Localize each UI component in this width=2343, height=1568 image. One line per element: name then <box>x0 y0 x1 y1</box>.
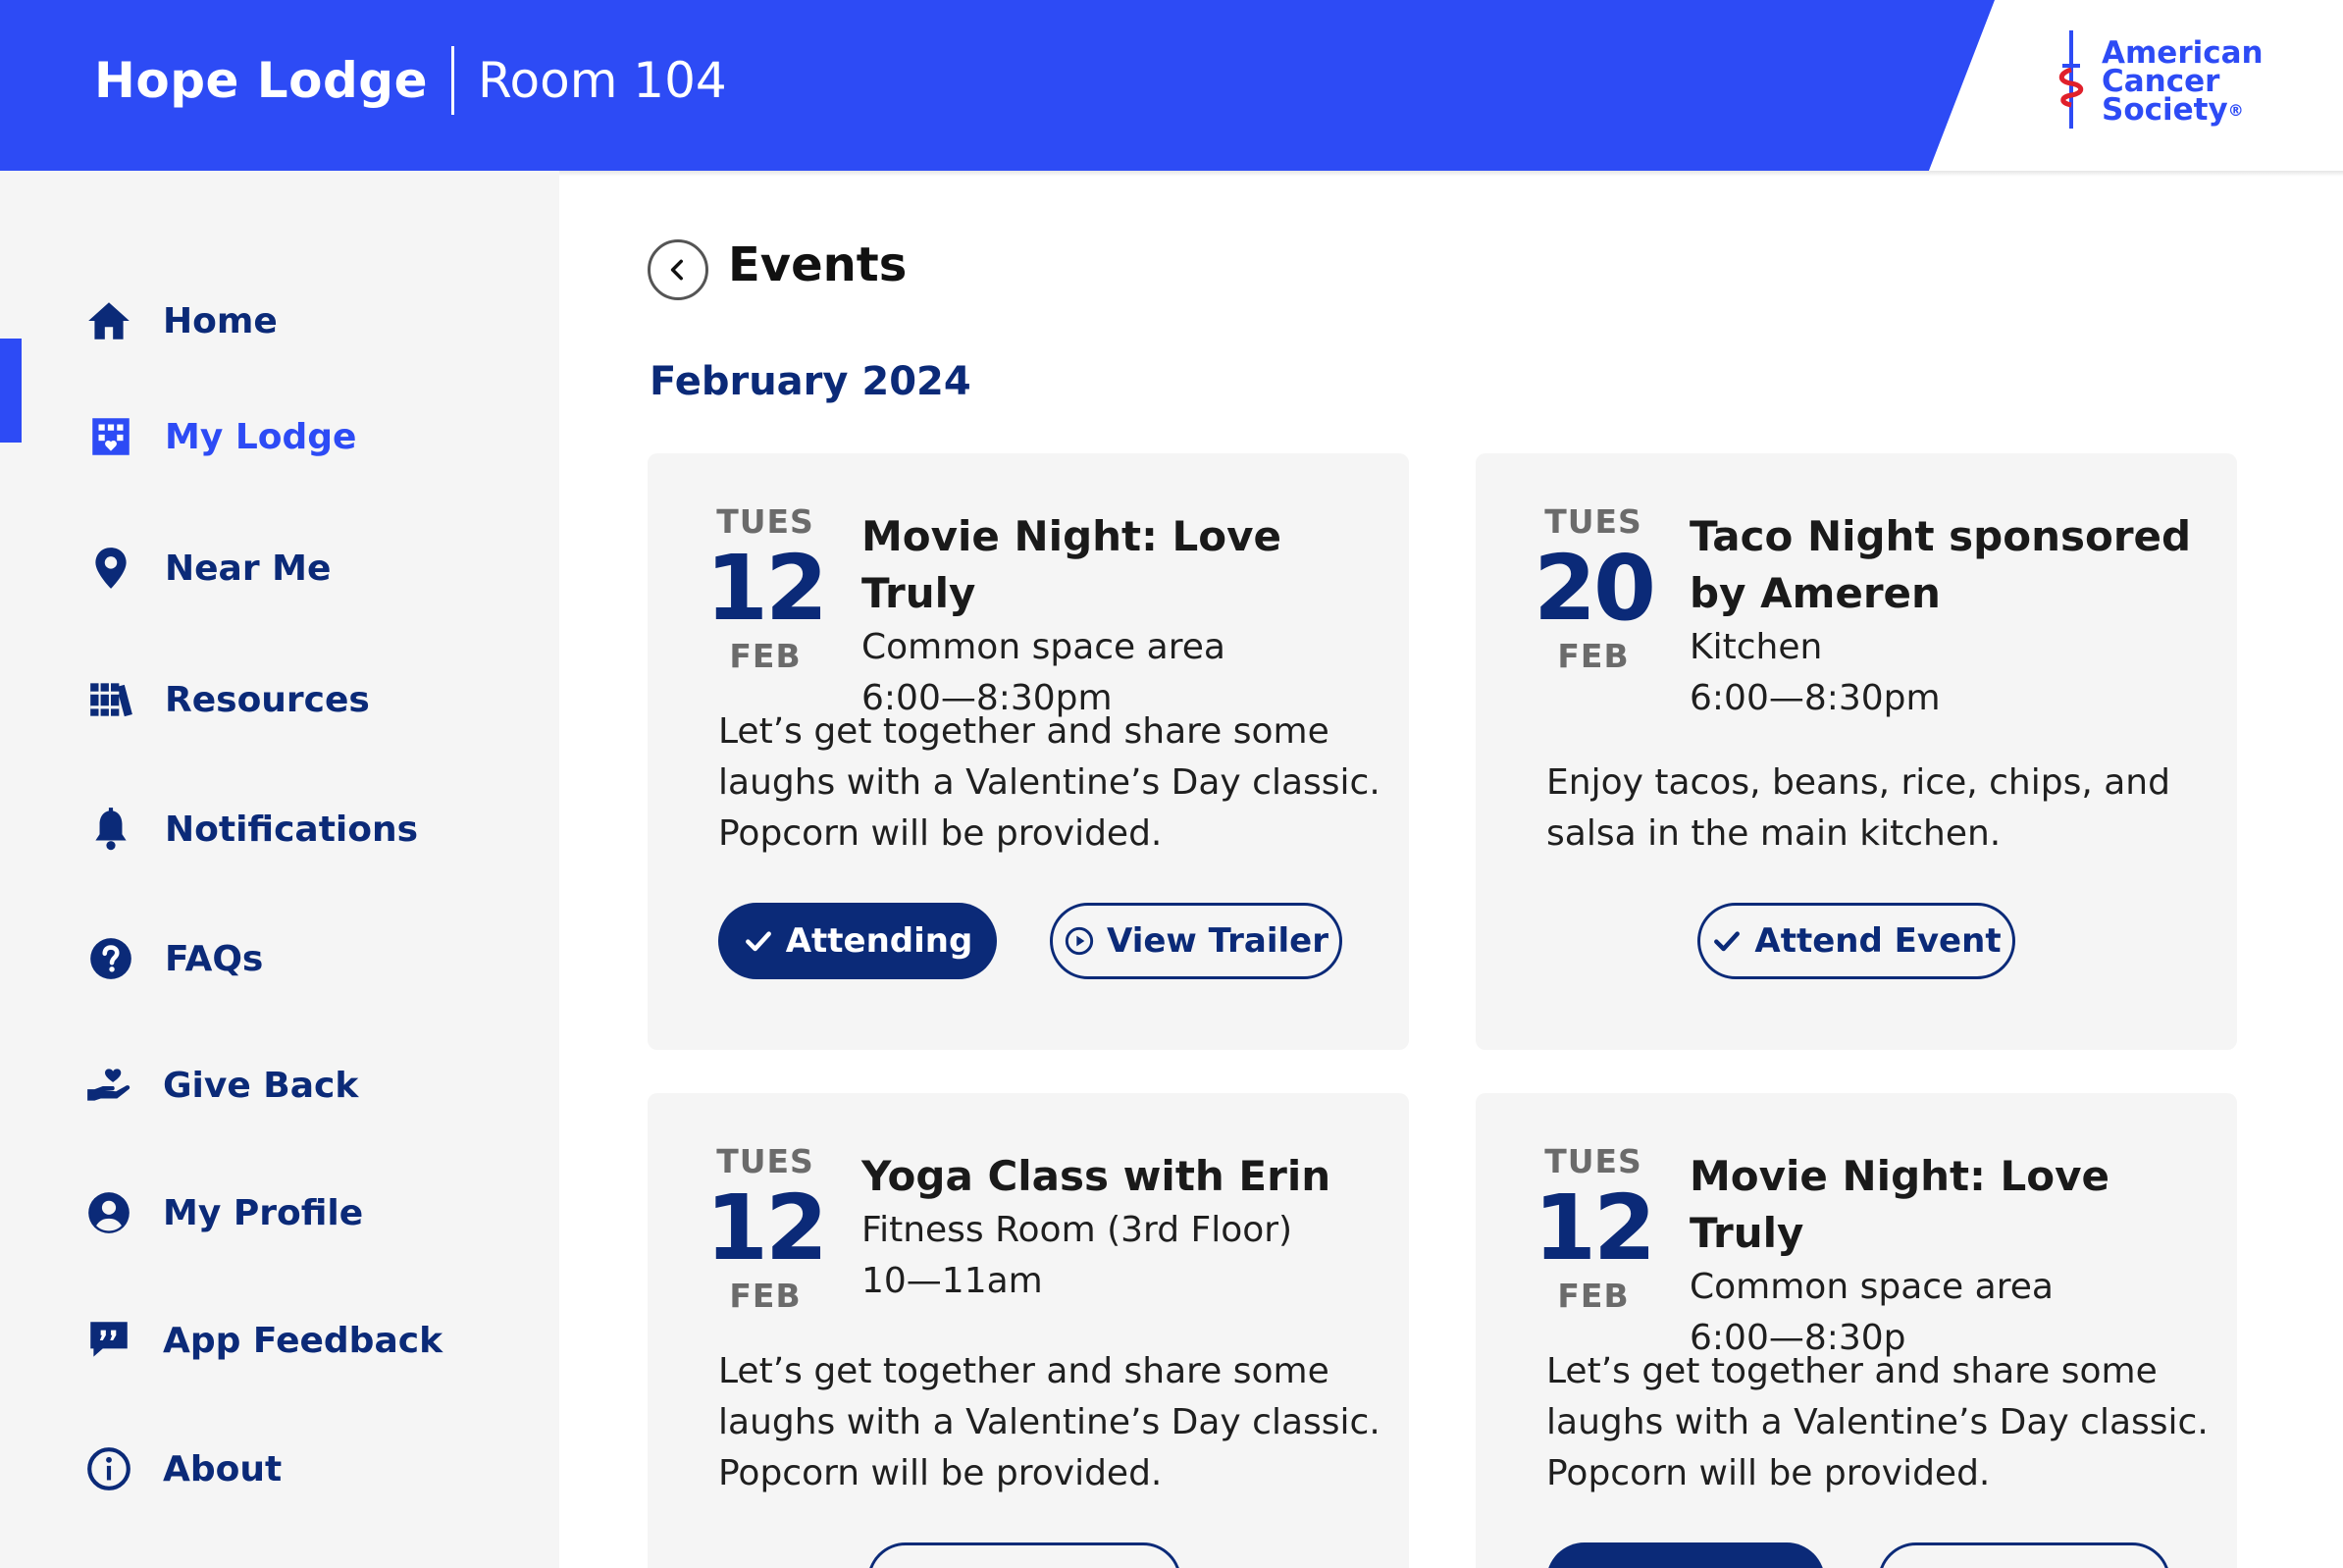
attend-event-button[interactable]: Attend Event <box>1697 903 2015 979</box>
event-location: Kitchen <box>1690 627 1823 667</box>
event-info: Movie Night: Love Truly Common space are… <box>861 508 1391 724</box>
event-info: Movie Night: Love Truly Common space are… <box>1690 1148 2219 1364</box>
giving-hand-icon <box>82 1059 135 1112</box>
room-number: Room 104 <box>478 52 727 109</box>
event-day-number: 12 <box>704 536 828 641</box>
sidebar-item-app-feedback[interactable]: App Feedback <box>0 1288 559 1392</box>
event-card: TUES 20 FEB Taco Night sponsored by Amer… <box>1476 453 2237 1050</box>
event-time: 10—11am <box>861 1261 1043 1301</box>
home-icon <box>82 294 135 347</box>
event-card: TUES 12 FEB Movie Night: Love Truly Comm… <box>648 453 1409 1050</box>
event-action-button[interactable] <box>867 1542 1181 1568</box>
event-info: Yoga Class with Erin Fitness Room (3rd F… <box>861 1148 1391 1307</box>
sidebar-item-label: Give Back <box>163 1065 359 1106</box>
event-date: TUES 12 FEB <box>697 1142 834 1315</box>
event-title: Movie Night: Love Truly <box>1690 1152 2110 1257</box>
event-month: FEB <box>729 637 802 675</box>
event-month: FEB <box>729 1277 802 1315</box>
event-day-number: 12 <box>704 1176 828 1281</box>
sidebar-item-my-profile[interactable]: My Profile <box>0 1161 559 1265</box>
event-month: FEB <box>1557 637 1630 675</box>
check-icon <box>745 931 771 952</box>
event-secondary-button[interactable] <box>1878 1542 2170 1568</box>
sidebar-item-label: App Feedback <box>163 1320 443 1361</box>
event-date: TUES 12 FEB <box>1525 1142 1662 1315</box>
info-icon <box>82 1442 135 1495</box>
event-title: Movie Night: Love Truly <box>861 512 1282 617</box>
event-date: TUES 12 FEB <box>697 502 834 675</box>
sidebar-item-give-back[interactable]: Give Back <box>0 1033 559 1137</box>
event-month: FEB <box>1557 1277 1630 1315</box>
app-header: Hope Lodge Room 104 American Cancer Soci… <box>0 0 2343 171</box>
button-label: Attend Event <box>1754 921 2002 961</box>
main-content: Events February 2024 TUES 12 FEB Movie N… <box>559 177 2343 1568</box>
event-description: Let’s get together and share some laughs… <box>718 1351 1380 1493</box>
sidebar-item-label: My Lodge <box>165 416 357 457</box>
event-time: 6:00—8:30pm <box>1690 678 1941 718</box>
header-brand: Hope Lodge Room 104 <box>94 45 727 116</box>
sidebar-item-faqs[interactable]: FAQs <box>0 907 559 1011</box>
event-title: Taco Night sponsored by Ameren <box>1690 512 2192 617</box>
event-location: Fitness Room (3rd Floor) <box>861 1210 1293 1250</box>
sidebar-nav: Home My Lodge Near Me Resources Notifica… <box>0 171 559 1568</box>
sidebar-item-label: About <box>163 1448 283 1490</box>
play-circle-icon <box>1065 926 1094 956</box>
event-location: Common space area <box>861 627 1225 667</box>
sidebar-item-label: Notifications <box>165 809 419 850</box>
sidebar-item-label: FAQs <box>165 938 264 979</box>
view-trailer-button[interactable]: View Trailer <box>1050 903 1342 979</box>
event-date: TUES 20 FEB <box>1525 502 1662 675</box>
event-title: Yoga Class with Erin <box>861 1152 1331 1200</box>
bell-icon <box>84 803 137 856</box>
lodge-name: Hope Lodge <box>94 52 429 109</box>
month-heading: February 2024 <box>650 359 971 404</box>
acs-word-3-text: Society <box>2102 91 2228 128</box>
button-label: View Trailer <box>1107 921 1328 961</box>
button-label: Attending <box>785 921 973 961</box>
event-day-number: 12 <box>1533 1176 1656 1281</box>
acs-logo[interactable]: American Cancer Society® <box>2051 27 2266 135</box>
back-button[interactable] <box>648 239 708 300</box>
app-root: Hope Lodge Room 104 American Cancer Soci… <box>0 0 2343 1568</box>
sidebar-item-home[interactable]: Home <box>0 269 559 373</box>
acs-word-3: Society® <box>2102 94 2264 125</box>
sidebar-item-notifications[interactable]: Notifications <box>0 777 559 881</box>
resources-icon <box>84 673 137 726</box>
question-icon <box>84 932 137 985</box>
sidebar-item-my-lodge[interactable]: My Lodge <box>0 385 559 489</box>
event-description: Enjoy tacos, beans, rice, chips, and sal… <box>1546 762 2170 854</box>
feedback-icon <box>82 1314 135 1367</box>
acs-trademark: ® <box>2227 100 2244 120</box>
sidebar-item-near-me[interactable]: Near Me <box>0 516 559 620</box>
chevron-left-icon <box>670 259 683 281</box>
brand-divider <box>451 46 455 115</box>
check-icon <box>1714 931 1741 952</box>
lodge-icon <box>84 410 137 463</box>
acs-sword-icon <box>2058 30 2084 129</box>
event-description: Let’s get together and share some laughs… <box>1546 1351 2209 1493</box>
event-card: TUES 12 FEB Movie Night: Love Truly Comm… <box>1476 1093 2237 1568</box>
user-circle-icon <box>82 1186 135 1239</box>
sidebar-item-about[interactable]: About <box>0 1417 559 1521</box>
sidebar-item-label: Home <box>163 300 278 341</box>
sidebar-item-label: Near Me <box>165 548 332 589</box>
location-pin-icon <box>84 542 137 595</box>
event-card: TUES 12 FEB Yoga Class with Erin Fitness… <box>648 1093 1409 1568</box>
event-location: Common space area <box>1690 1267 2054 1307</box>
sidebar-item-label: My Profile <box>163 1192 364 1233</box>
attending-button[interactable]: Attending <box>718 903 997 979</box>
page-title: Events <box>728 237 908 292</box>
event-action-button[interactable] <box>1546 1542 1825 1568</box>
sidebar-item-label: Resources <box>165 679 370 720</box>
sidebar-item-resources[interactable]: Resources <box>0 648 559 752</box>
event-day-number: 20 <box>1533 536 1656 641</box>
event-description: Let’s get together and share some laughs… <box>718 711 1380 854</box>
acs-wordmark: American Cancer Society® <box>2102 37 2264 125</box>
event-info: Taco Night sponsored by Ameren Kitchen 6… <box>1690 508 2219 724</box>
